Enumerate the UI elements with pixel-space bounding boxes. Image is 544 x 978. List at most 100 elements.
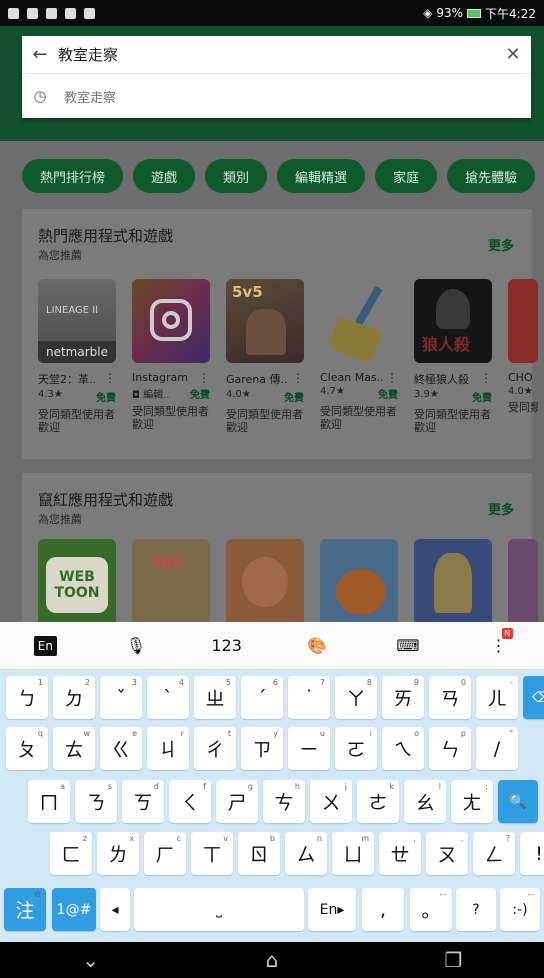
keyboard-key[interactable]: ㄊw [53, 727, 95, 770]
overflow-menu-icon[interactable]: ⋮ N [469, 626, 529, 666]
palette-icon[interactable]: 🎨 [287, 626, 347, 666]
keyboard-key[interactable]: ㄏc [144, 832, 186, 875]
keyboard-key[interactable]: ㄥ? [473, 832, 515, 875]
keyboard-key[interactable]: ˋ4 [147, 676, 189, 719]
key-label: ㄅ [17, 688, 37, 710]
language-toggle[interactable]: En [15, 626, 75, 666]
app-card[interactable]: 5v5 Garena 傳.. ⋮ 4.0★ 免費 受同類型使用者歡迎 [226, 279, 304, 434]
keyboard-key[interactable]: ㄘh [263, 780, 305, 823]
keyboard-key[interactable]: ㄚ8 [335, 676, 377, 719]
zhuyin-mode-key[interactable]: 注 ⚙ [4, 888, 46, 931]
keyboard-key[interactable]: ㄡ. [426, 832, 468, 875]
back-arrow-icon[interactable]: ← [22, 44, 58, 65]
keyboard-key[interactable]: ㄟo [382, 727, 424, 770]
language-switch-key[interactable]: En▸ [308, 888, 356, 931]
keyboard-key[interactable]: ˙ 7 [288, 676, 330, 719]
question-key[interactable]: ? [456, 888, 496, 931]
more-vert-icon[interactable]: ⋮ [104, 371, 116, 385]
app-card[interactable] [414, 539, 492, 622]
key-label: ? [472, 901, 480, 918]
keyboard-key[interactable]: ㄑf [169, 780, 211, 823]
more-button[interactable]: 更多 [488, 235, 514, 254]
keyboard-key[interactable]: ㄙn [285, 832, 327, 875]
emoticon-key[interactable]: :-) ⋯ [500, 888, 540, 931]
keyboard-key[interactable]: ㄉ2 [53, 676, 95, 719]
keyboard-key[interactable]: ㄈz [50, 832, 92, 875]
app-card[interactable] [320, 539, 398, 622]
keyboard-key[interactable]: ㄎd [122, 780, 164, 823]
symbols-key[interactable]: 1@# [52, 888, 96, 931]
more-vert-icon[interactable]: ⋮ [480, 371, 492, 385]
keyboard-key[interactable]: ㄧu [288, 727, 330, 770]
close-icon[interactable]: ✕ [495, 44, 531, 65]
more-button[interactable]: 更多 [488, 499, 514, 518]
app-tag: 受同類型使用者歡迎 [320, 405, 397, 431]
keyboard-key[interactable]: ㄠl [404, 780, 446, 823]
search-key[interactable]: 🔍 [498, 780, 538, 823]
notification-icon [65, 7, 76, 19]
keyboard-key[interactable]: ˇ3 [100, 676, 142, 719]
backspace-key[interactable]: ⌫ [523, 676, 544, 719]
keyboard-key[interactable]: ㄌx [97, 832, 139, 875]
keyboard-key[interactable]: ㄗy [241, 727, 283, 770]
keyboard-key[interactable]: ㄩm [332, 832, 374, 875]
back-icon[interactable]: ⌄ [61, 948, 121, 972]
chip-categories[interactable]: 類別 [205, 159, 268, 193]
chip-editors-choice[interactable]: 編輯精選 [277, 159, 366, 193]
keyboard-key[interactable]: ㄆq [6, 727, 48, 770]
search-suggestion[interactable]: ◷ 教室走察 [22, 74, 531, 118]
keyboard-key[interactable]: ㄅ1 [6, 676, 48, 719]
chip-family[interactable]: 家庭 [375, 159, 438, 193]
keyboard-key[interactable]: ˊ6 [241, 676, 283, 719]
app-card[interactable]: Instagram ⋮ ◘ 編輯.. 免費 受同類型使用者歡迎 [132, 279, 210, 434]
keyboard-key[interactable]: ㄔt [194, 727, 236, 770]
keyboard-key[interactable]: ㄞ9 [382, 676, 424, 719]
app-card[interactable]: 狼人殺 終極狼人殺 ⋮ 3.9★ 免費 受同類型使用者歡迎 [414, 279, 492, 434]
keyboard-key[interactable]: ㄇa [28, 780, 70, 823]
keyboard-key[interactable]: ㄋs [75, 780, 117, 823]
keyboard-key[interactable]: ㄝ, [379, 832, 421, 875]
keyboard-key[interactable]: ㄤ; [451, 780, 493, 823]
history-icon: ◷ [33, 87, 47, 105]
keyboard-key[interactable]: ㄐr [147, 727, 189, 770]
comma-key[interactable]: , [362, 888, 404, 931]
keyboard-key[interactable]: ㄣp [429, 727, 471, 770]
cursor-left-key[interactable]: ◂ [100, 888, 130, 931]
app-card[interactable] [508, 539, 538, 622]
home-icon[interactable]: ⌂ [242, 948, 302, 972]
keyboard-key[interactable]: ㄕg [216, 780, 258, 823]
keyboard-key[interactable]: ㄨj [310, 780, 352, 823]
search-input[interactable] [58, 45, 495, 64]
chip-early-access[interactable]: 搶先體驗 [447, 159, 536, 193]
notification-icon [27, 7, 38, 19]
chip-games[interactable]: 遊戲 [133, 159, 196, 193]
key-hint: v [223, 834, 228, 843]
app-card[interactable]: CHO 4.0★ 受同類型使用者歡迎 [508, 279, 538, 434]
clock: 下午4:22 [485, 6, 536, 21]
keyboard-key[interactable]: / " [476, 727, 518, 770]
recent-apps-icon[interactable]: ❐ [423, 948, 483, 972]
more-vert-icon[interactable]: ⋮ [198, 371, 210, 385]
keyboard-key[interactable]: ㄍe [100, 727, 142, 770]
more-vert-icon[interactable]: ⋮ [292, 371, 304, 385]
keyboard-key[interactable]: ㄓ5 [194, 676, 236, 719]
space-key[interactable]: ⎵ [134, 888, 304, 931]
keyboard-key[interactable]: ㄛi [335, 727, 377, 770]
keyboard-key[interactable]: ㄜk [357, 780, 399, 823]
period-key[interactable]: 。 ⋯ [410, 888, 452, 931]
more-vert-icon[interactable]: ⋮ [386, 371, 398, 385]
keyboard-key[interactable]: ㄒv [191, 832, 233, 875]
app-card[interactable]: Clean Mas.. ⋮ 4.7★ 免費 受同類型使用者歡迎 [320, 279, 398, 434]
numbers-button[interactable]: 123 [197, 626, 257, 666]
app-card[interactable]: netmarble LINEAGE II 天堂2：革.. ⋮ 4.3★ 免費 受同… [38, 279, 116, 434]
keyboard-hide-icon[interactable]: ⌨ [378, 626, 438, 666]
microphone-icon[interactable]: 🎙 [106, 626, 166, 666]
app-card[interactable] [226, 539, 304, 622]
app-card[interactable]: WEB TOON [38, 539, 116, 622]
app-card[interactable]: 300 [132, 539, 210, 622]
keyboard-key[interactable]: ㄦ- [476, 676, 518, 719]
keyboard-key[interactable]: ㄢ0 [429, 676, 471, 719]
chip-top-charts[interactable]: 熱門排行榜 [22, 159, 124, 193]
keyboard-key[interactable]: ㄖb [238, 832, 280, 875]
keyboard-key[interactable]: ! [520, 832, 544, 875]
